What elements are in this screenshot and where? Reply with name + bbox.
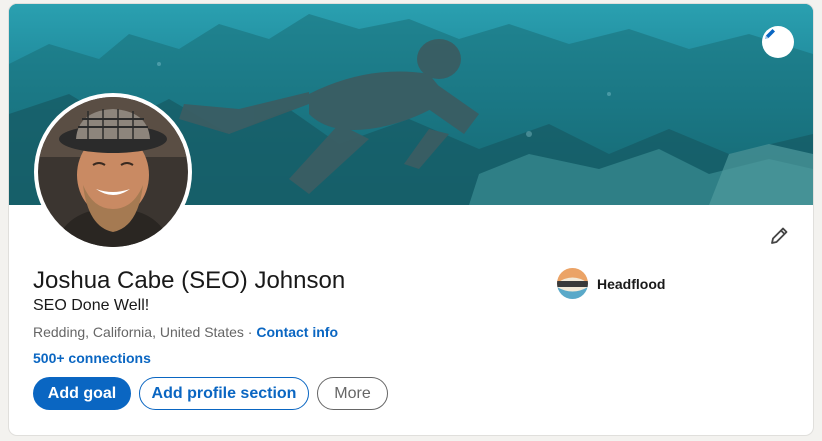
profile-location: Redding, California, United States: [33, 324, 244, 340]
contact-info-link[interactable]: Contact info: [256, 324, 338, 340]
company-name: Headflood: [597, 275, 666, 292]
edit-banner-button[interactable]: [762, 26, 794, 58]
profile-photo[interactable]: [34, 93, 192, 251]
location-row: Redding, California, United States · Con…: [33, 324, 338, 340]
avatar: [38, 97, 188, 247]
profile-headline: SEO Done Well!: [33, 297, 150, 314]
edit-intro-button[interactable]: [765, 224, 793, 252]
connections-link[interactable]: 500+ connections: [33, 350, 151, 366]
add-goal-button[interactable]: Add goal: [33, 377, 131, 410]
pencil-icon: [768, 225, 790, 252]
profile-card: Joshua Cabe (SEO) Johnson SEO Done Well!…: [9, 4, 813, 435]
add-profile-section-button[interactable]: Add profile section: [139, 377, 309, 410]
separator: ·: [243, 324, 257, 340]
profile-name: Joshua Cabe (SEO) Johnson: [33, 267, 346, 294]
more-button[interactable]: More: [317, 377, 388, 410]
company-logo: [557, 268, 588, 299]
current-company[interactable]: Headflood: [557, 268, 665, 299]
profile-actions: Add goal Add profile section More: [33, 377, 388, 410]
